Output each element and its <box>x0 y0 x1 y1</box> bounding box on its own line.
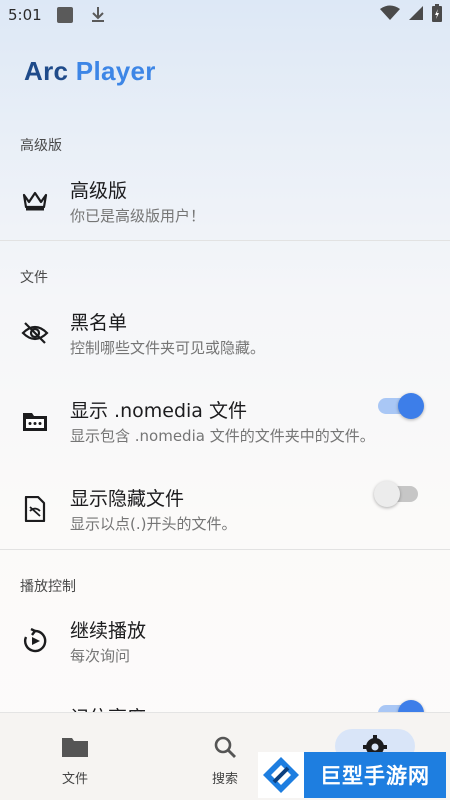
setting-premium[interactable]: 高级版 你已是高级版用户！ <box>0 168 450 238</box>
watermark: 巨型手游网 <box>258 752 446 798</box>
setting-subtitle: 显示包含 .nomedia 文件的文件夹中的文件。 <box>70 427 375 445</box>
setting-title: 继续播放 <box>70 620 147 642</box>
status-bar: 5:01 <box>0 0 450 30</box>
app-title: Arc Player <box>24 56 156 87</box>
setting-blacklist[interactable]: 黑名单 控制哪些文件夹可见或隐藏。 <box>0 300 450 370</box>
status-time: 5:01 <box>8 6 42 24</box>
crown-icon <box>20 186 50 216</box>
setting-title: 高级版 <box>70 180 128 202</box>
setting-show-nomedia[interactable]: 显示 .nomedia 文件 显示包含 .nomedia 文件的文件夹中的文件。 <box>0 388 450 458</box>
download-icon <box>90 6 106 24</box>
section-header-premium: 高级版 <box>20 138 62 154</box>
setting-title: 显示 .nomedia 文件 <box>70 400 247 422</box>
hidden-files-toggle[interactable] <box>374 479 426 509</box>
nomedia-toggle[interactable] <box>374 391 426 421</box>
setting-subtitle: 显示以点(.)开头的文件。 <box>70 515 237 533</box>
app-title-player: Player <box>75 56 156 86</box>
signal-icon <box>408 5 424 25</box>
eye-off-icon <box>20 318 50 348</box>
divider <box>0 549 450 550</box>
battery-icon <box>432 4 442 26</box>
wifi-icon <box>380 5 400 25</box>
watermark-text: 巨型手游网 <box>304 752 446 798</box>
setting-subtitle: 你已是高级版用户！ <box>70 207 206 225</box>
watermark-logo-icon <box>258 752 304 798</box>
square-notification-icon <box>56 6 74 24</box>
setting-subtitle: 控制哪些文件夹可见或隐藏。 <box>70 339 266 357</box>
nav-files[interactable]: 文件 <box>0 713 150 800</box>
folder-icon <box>60 733 90 761</box>
app-title-arc: Arc <box>24 56 69 86</box>
setting-subtitle: 每次询问 <box>70 647 131 665</box>
divider <box>0 240 450 241</box>
toggle-thumb <box>374 481 400 507</box>
setting-title: 黑名单 <box>70 312 128 334</box>
setting-show-hidden-files[interactable]: 显示隐藏文件 显示以点(.)开头的文件。 <box>0 476 450 546</box>
nav-label: 文件 <box>61 772 88 787</box>
folder-dots-icon <box>20 406 50 436</box>
hidden-file-icon <box>20 494 50 524</box>
resume-play-icon <box>20 626 50 656</box>
setting-resume-playback[interactable]: 继续播放 每次询问 <box>0 608 450 678</box>
section-header-files: 文件 <box>20 270 48 286</box>
toggle-thumb <box>398 393 424 419</box>
section-header-playback: 播放控制 <box>20 579 76 595</box>
setting-title: 显示隐藏文件 <box>70 488 185 510</box>
search-icon <box>210 733 240 761</box>
